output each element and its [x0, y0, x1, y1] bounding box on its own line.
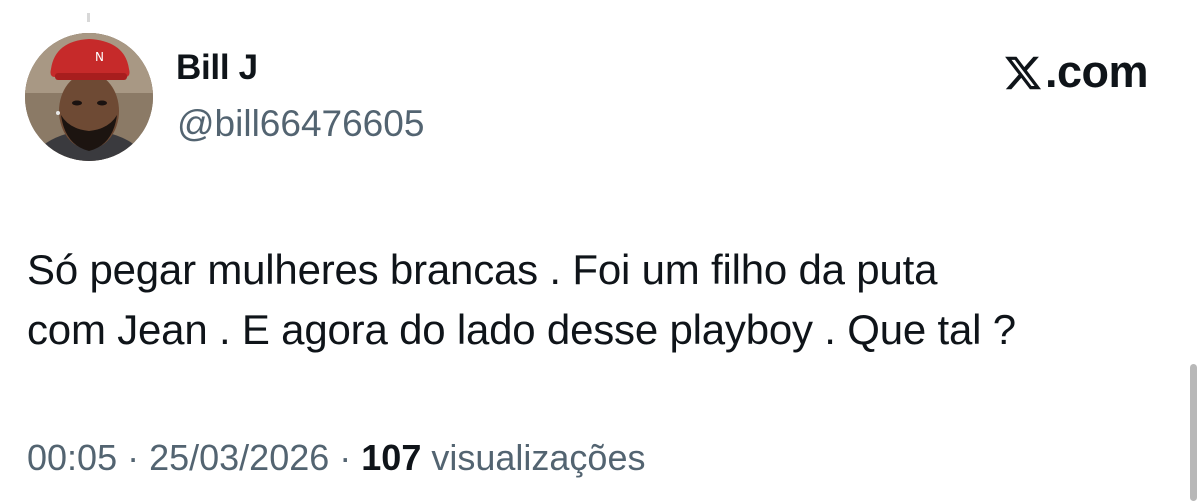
avatar-photo: N: [25, 33, 153, 161]
scrollbar[interactable]: [1190, 364, 1197, 501]
x-logo-icon: [1005, 56, 1042, 90]
svg-text:N: N: [95, 50, 104, 64]
avatar[interactable]: N: [25, 33, 153, 161]
tweet-date[interactable]: 25/03/2026: [149, 437, 329, 478]
tweet-text: Só pegar mulheres brancas . Foi um filho…: [27, 246, 1016, 353]
views-count[interactable]: 107: [361, 437, 421, 478]
tweet-card: N Bill J @bill66476605 .com Só pegar mul…: [0, 0, 1200, 501]
author-display-name[interactable]: Bill J: [176, 48, 258, 88]
views-label: visualizações: [431, 437, 646, 478]
screen-artifact: [87, 13, 90, 22]
tweet-meta: 00:05 · 25/03/2026 · 107 visualizações: [27, 437, 645, 479]
meta-separator: ·: [117, 437, 150, 478]
brand-watermark: .com: [1002, 46, 1149, 98]
tweet-time[interactable]: 00:05: [27, 437, 117, 478]
meta-separator: ·: [329, 437, 362, 478]
author-handle[interactable]: @bill66476605: [177, 103, 424, 145]
brand-domain-label: .com: [1044, 46, 1149, 97]
